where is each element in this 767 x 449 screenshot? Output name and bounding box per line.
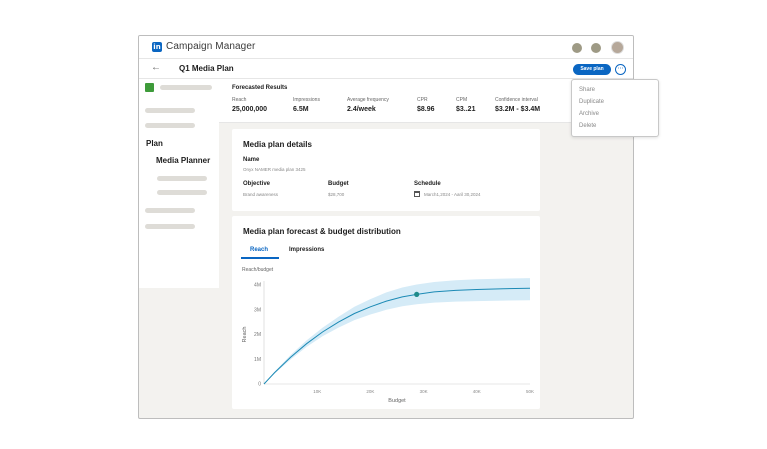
sidebar-item-plan[interactable]: Plan	[146, 139, 163, 148]
name-value: Onyx NAMER media plan 3425	[243, 167, 306, 172]
sidebar: Plan Media Planner	[139, 79, 219, 288]
calendar-icon	[414, 191, 420, 197]
reach-budget-chart: 0 1M 2M 3M 4M 10K 20K 30K 40K 50K Budget Reach	[242, 278, 534, 404]
y-tick-label: 2M	[254, 332, 261, 338]
metric-label: Average frequency	[347, 97, 389, 103]
metric-value: 25,000,000	[232, 106, 268, 113]
x-axis-title: Budget	[388, 398, 406, 404]
metric-reach: Reach 25,000,000	[232, 97, 267, 113]
metric-cpr: CPR $8.96	[417, 97, 435, 113]
sidebar-placeholder	[157, 190, 207, 195]
media-plan-details-card: Media plan details Name Onyx NAMER media…	[232, 129, 540, 211]
metric-value: $3.2M - $3.4M	[495, 106, 541, 113]
menu-item-archive[interactable]: Archive	[579, 111, 599, 117]
app-title: Campaign Manager	[166, 41, 256, 52]
metric-value: $8.96	[417, 106, 435, 113]
menu-item-duplicate[interactable]: Duplicate	[579, 99, 604, 105]
x-tick-label: 50K	[526, 389, 534, 394]
y-tick-label: 0	[258, 382, 261, 388]
metric-value: 2.4/week	[347, 106, 376, 113]
top-bar: in Campaign Manager	[139, 36, 633, 59]
details-title: Media plan details	[243, 140, 312, 149]
menu-item-share[interactable]: Share	[579, 87, 595, 93]
y-axis-title: Reach	[242, 327, 248, 343]
arrow-left-icon[interactable]: ←	[151, 62, 161, 73]
budget-label: Budget	[328, 181, 349, 187]
schedule-value: March1,2024 - Aaril 30,2024	[424, 192, 481, 197]
forecast-chart-card: Media plan forecast & budget distributio…	[232, 216, 540, 409]
confidence-band	[264, 278, 530, 384]
notification-icon[interactable]	[572, 43, 582, 53]
y-tick-label: 4M	[254, 283, 261, 289]
sidebar-placeholder	[145, 224, 195, 229]
more-actions-menu: Share Duplicate Archive Delete	[571, 79, 659, 137]
sidebar-placeholder	[145, 208, 195, 213]
x-tick-label: 20K	[366, 389, 374, 394]
metric-value: $3..21	[456, 106, 476, 113]
budget-value: $28,700	[328, 192, 345, 197]
metric-label: CPR	[417, 97, 428, 103]
sidebar-placeholder	[145, 108, 195, 113]
menu-item-delete[interactable]: Delete	[579, 123, 596, 129]
metric-label: Impressions	[293, 97, 320, 103]
metric-label: CPM	[456, 97, 468, 103]
y-tick-label: 3M	[254, 307, 261, 313]
account-logo-icon	[145, 83, 154, 92]
x-tick-label: 30K	[420, 389, 428, 394]
schedule-label: Schedule	[414, 181, 441, 187]
page-title: Q1 Media Plan	[179, 64, 234, 73]
objective-label: Objective	[243, 181, 271, 187]
forecast-point	[414, 291, 420, 298]
save-plan-button[interactable]: Save plan	[573, 64, 611, 75]
sidebar-placeholder	[157, 176, 207, 181]
ellipsis-icon[interactable]: ⋯	[615, 64, 626, 75]
account-icon[interactable]	[591, 43, 601, 53]
app-window: in Campaign Manager ← Q1 Media Plan Save…	[138, 35, 634, 419]
metric-confidence: Confidence interval $3.2M - $3.4M	[495, 97, 540, 113]
metric-frequency: Average frequency 2.4/week	[347, 97, 389, 113]
metric-value: 6.5M	[293, 106, 309, 113]
sidebar-item-media-planner[interactable]: Media Planner	[156, 156, 210, 165]
avatar[interactable]	[611, 41, 624, 54]
linkedin-logo: in	[152, 42, 162, 52]
metric-label: Confidence interval	[495, 97, 538, 103]
metric-impressions: Impressions 6.5M	[293, 97, 320, 113]
sidebar-placeholder	[145, 123, 195, 128]
sidebar-placeholder	[160, 85, 212, 90]
metric-label: Reach	[232, 97, 247, 103]
y-tick-label: 1M	[254, 357, 261, 363]
metric-cpm: CPM $3..21	[456, 97, 475, 113]
x-tick-label: 40K	[473, 389, 481, 394]
results-title: Forecasted Results	[232, 85, 288, 91]
name-label: Name	[243, 157, 260, 163]
plan-header: ← Q1 Media Plan Save plan ⋯	[139, 59, 633, 79]
objective-value: Brand awareness	[243, 192, 279, 197]
x-tick-label: 10K	[313, 389, 321, 394]
